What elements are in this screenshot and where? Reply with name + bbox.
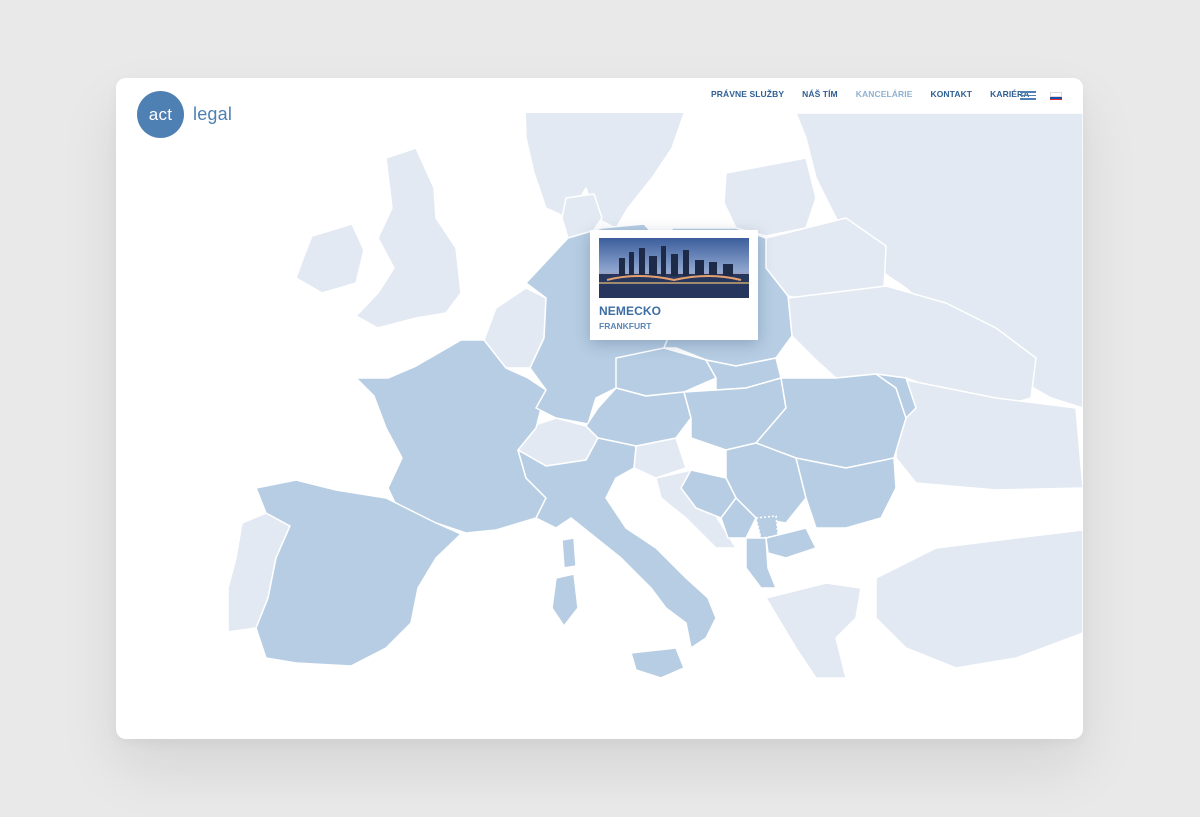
office-popup[interactable]: NEMECKO FRANKFURT xyxy=(590,230,758,340)
frankfurt-skyline-photo xyxy=(599,238,749,298)
logo-wordmark: legal xyxy=(193,104,233,124)
map-italy xyxy=(517,437,717,649)
map-kosovo xyxy=(755,515,779,539)
slovak-flag-icon[interactable] xyxy=(1050,92,1062,100)
popup-city: FRANKFURT xyxy=(599,321,652,331)
map-turkey xyxy=(875,529,1083,669)
map-uk xyxy=(355,147,462,329)
browser-window: act legal PRÁVNE SLUŽBY NÁŠ TÍM KANCELÁR… xyxy=(116,78,1083,739)
map-austria xyxy=(585,387,692,447)
nav-item-kancelarie[interactable]: KANCELÁRIE xyxy=(856,89,913,99)
nav-item-pravne-sluzby[interactable]: PRÁVNE SLUŽBY xyxy=(711,89,784,99)
popup-country: NEMECKO xyxy=(599,304,662,318)
nav-item-nas-tim[interactable]: NÁŠ TÍM xyxy=(802,89,838,99)
main-nav: PRÁVNE SLUŽBY NÁŠ TÍM KANCELÁRIE KONTAKT… xyxy=(711,89,1048,99)
hamburger-icon[interactable] xyxy=(1020,91,1036,100)
logo-mark: act xyxy=(137,91,184,138)
europe-map xyxy=(227,78,1083,679)
act-legal-logo[interactable]: act legal xyxy=(137,91,232,138)
map-bulgaria xyxy=(795,457,897,529)
site-header: act legal PRÁVNE SLUŽBY NÁŠ TÍM KANCELÁR… xyxy=(116,78,1083,138)
map-baltics xyxy=(723,157,817,237)
map-corsica xyxy=(561,537,577,569)
map-ireland xyxy=(295,223,365,294)
map-sicily xyxy=(630,647,685,679)
nav-item-kontakt[interactable]: KONTAKT xyxy=(930,89,972,99)
map-greece xyxy=(765,582,862,679)
map-sardinia xyxy=(551,573,579,627)
